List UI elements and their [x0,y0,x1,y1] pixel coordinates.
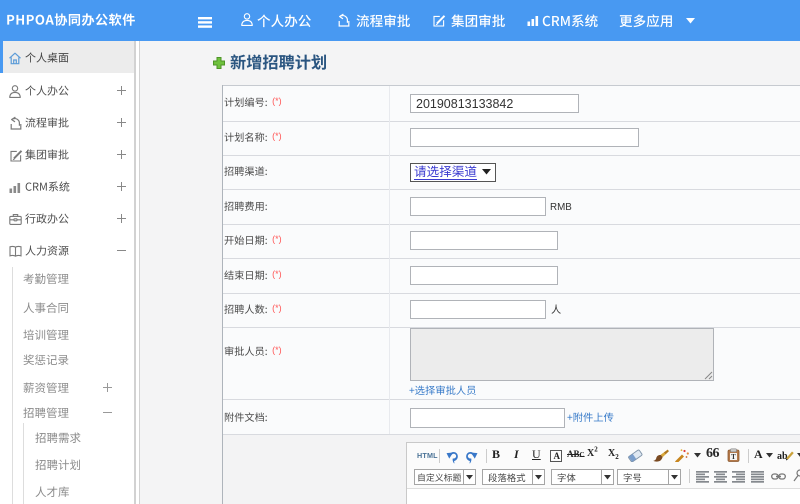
svg-text:T: T [731,453,736,461]
svg-text:ab: ab [777,451,788,462]
